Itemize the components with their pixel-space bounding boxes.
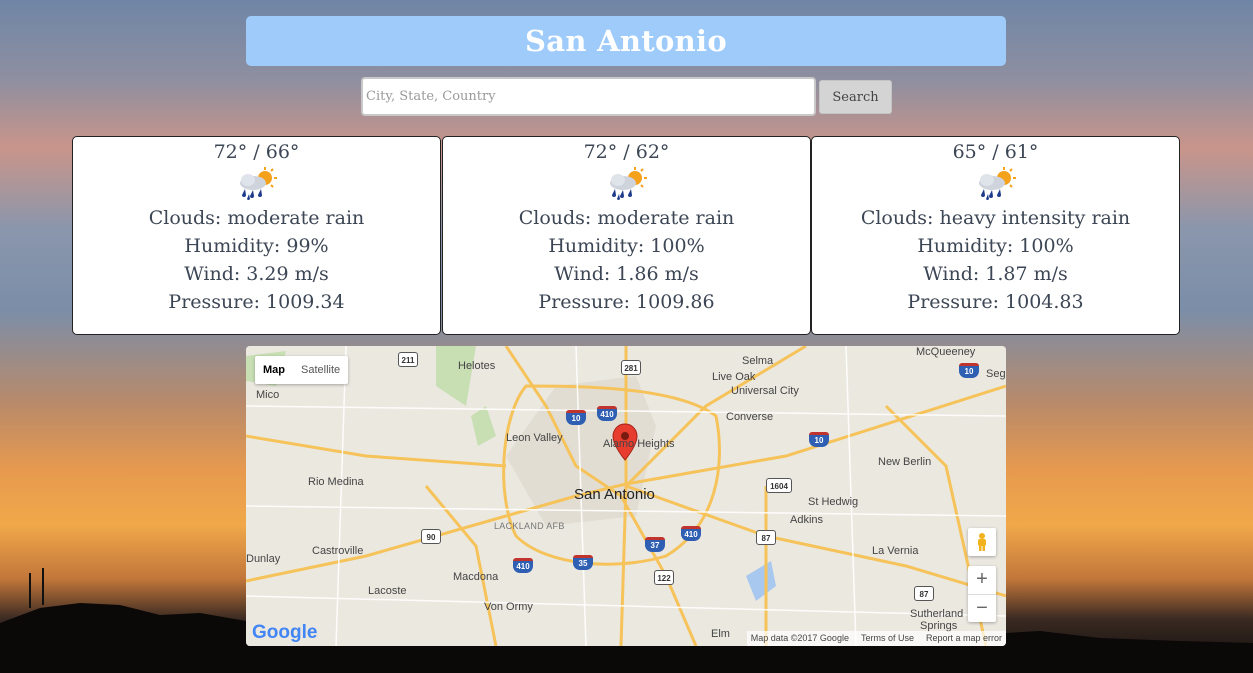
highway-shield: 10 — [959, 363, 979, 378]
place-label: Sutherland — [910, 608, 964, 620]
search-button[interactable]: Search — [819, 80, 892, 114]
pressure-text: Pressure: 1009.34 — [168, 291, 345, 313]
terms-link[interactable]: Terms of Use — [861, 631, 914, 646]
place-label: Selma — [742, 355, 774, 367]
zoom-out-button[interactable]: − — [968, 594, 996, 622]
highway-shield: 10 — [809, 432, 829, 447]
temperature-range: 72° / 66° — [213, 141, 300, 163]
highway-shield: 281 — [621, 360, 641, 375]
map-center-label: San Antonio — [574, 486, 655, 503]
google-logo-text: Google — [252, 622, 318, 643]
zoom-control: + − — [968, 566, 996, 622]
rain-sun-icon — [812, 164, 1179, 204]
place-label: Von Ormy — [484, 601, 533, 613]
forecast-card-2: 72° / 62° Clouds: moderate rain Humidity… — [442, 136, 811, 335]
place-label: Seg — [986, 368, 1006, 380]
place-label: Macdona — [453, 571, 499, 583]
place-label: Dunlay — [246, 553, 281, 565]
place-label: Universal City — [731, 385, 799, 397]
map-type-control: Map Satellite — [255, 356, 349, 384]
highway-shield: 90 — [421, 529, 441, 544]
place-label: McQueeney — [916, 346, 976, 358]
highway-shield: 122 — [654, 570, 674, 585]
temperature-range: 65° / 61° — [952, 141, 1039, 163]
highway-shield: 410 — [597, 406, 617, 421]
place-label: Elm — [711, 628, 730, 640]
highway-shield: 87 — [914, 586, 934, 601]
humidity-text: Humidity: 100% — [917, 235, 1074, 257]
place-label: Adkins — [790, 514, 824, 526]
wind-text: Wind: 1.87 m/s — [923, 263, 1068, 285]
place-label: Rio Medina — [308, 476, 364, 488]
search-input[interactable] — [361, 77, 816, 116]
pressure-text: Pressure: 1004.83 — [907, 291, 1084, 313]
google-logo: Google — [252, 622, 317, 644]
city-title-bar: San Antonio — [246, 16, 1006, 66]
rain-sun-icon — [443, 164, 810, 204]
pressure-text: Pressure: 1009.86 — [538, 291, 715, 313]
zoom-in-button[interactable]: + — [968, 566, 996, 594]
place-label: Castroville — [312, 545, 364, 557]
place-label: La Vernia — [872, 545, 919, 557]
temperature-range: 72° / 62° — [583, 141, 670, 163]
report-map-error-link[interactable]: Report a map error — [926, 631, 1002, 646]
highway-shield: 410 — [513, 558, 533, 573]
clouds-text: Clouds: moderate rain — [148, 207, 365, 229]
clouds-text: Clouds: heavy intensity rain — [860, 207, 1131, 229]
place-label: New Berlin — [878, 456, 932, 468]
street-view-pegman-icon[interactable] — [968, 528, 996, 556]
humidity-text: Humidity: 99% — [184, 235, 329, 257]
place-label: Converse — [726, 411, 774, 423]
place-label: St Hedwig — [808, 496, 859, 508]
rain-sun-icon — [73, 164, 440, 204]
highway-shield: 87 — [756, 530, 776, 545]
wind-text: Wind: 1.86 m/s — [554, 263, 699, 285]
place-label: Mico — [256, 389, 280, 401]
map-data-attribution: Map data ©2017 Google — [750, 633, 849, 643]
map-type-satellite-button[interactable]: Satellite — [293, 356, 348, 384]
highway-shield: 410 — [681, 526, 701, 541]
highway-shield: 211 — [398, 352, 418, 367]
highway-shield: 10 — [566, 410, 586, 425]
forecast-card-3: 65° / 61° Clouds: heavy intensity rain H… — [811, 136, 1180, 335]
map-type-map-button[interactable]: Map — [255, 356, 293, 384]
place-label: Live Oak — [712, 371, 756, 383]
map[interactable]: Map Satellite Helotes Selma Live Oak Uni… — [246, 346, 1006, 646]
place-label: LACKLAND AFB — [494, 521, 565, 531]
highway-shield: 1604 — [766, 478, 792, 493]
highway-shield: 37 — [645, 537, 665, 552]
humidity-text: Humidity: 100% — [548, 235, 705, 257]
place-label: Leon Valley — [506, 432, 563, 444]
wind-text: Wind: 3.29 m/s — [184, 263, 329, 285]
clouds-text: Clouds: moderate rain — [518, 207, 735, 229]
city-title: San Antonio — [525, 24, 727, 58]
place-label: Helotes — [458, 360, 496, 372]
place-label: Alamo Heights — [603, 438, 675, 450]
highway-shield: 35 — [573, 555, 593, 570]
map-footer: Map data ©2017 Google Terms of Use Repor… — [746, 631, 1006, 646]
forecast-card-1: 72° / 66° Clouds: moderate rain Humidity… — [72, 136, 441, 335]
place-label: Lacoste — [368, 585, 407, 597]
